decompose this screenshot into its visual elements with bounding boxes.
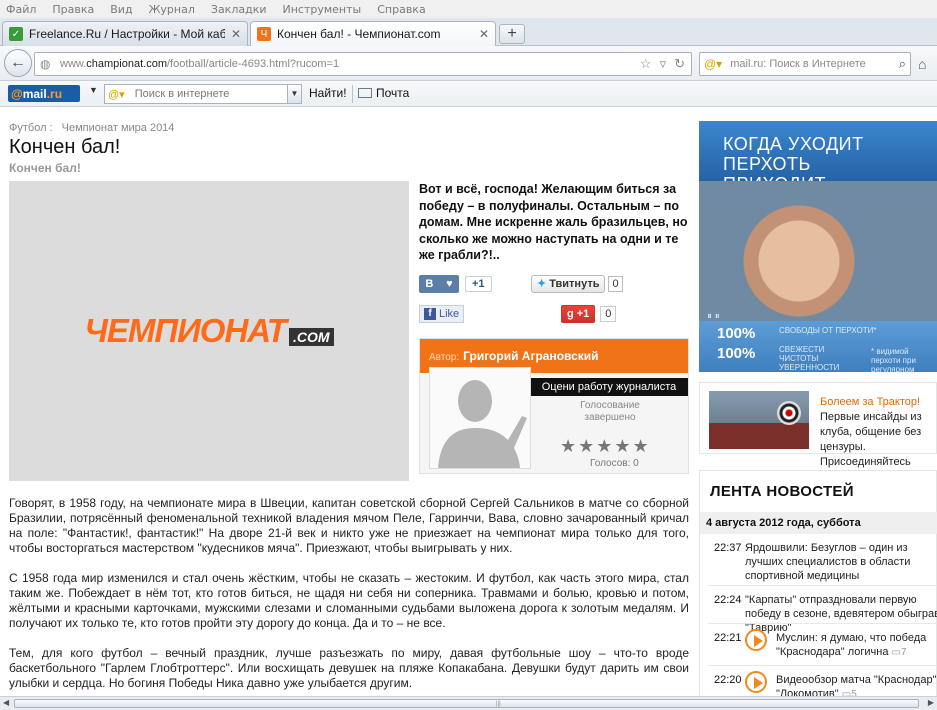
gplus-share[interactable]: g +1 0 — [561, 304, 617, 323]
author-photo — [429, 367, 531, 469]
menu-file[interactable]: Файл — [6, 3, 36, 16]
mailru-toolbar: @ mail .ru ▼ @▾ Поиск в интернете ▼ Найти!… — [0, 81, 937, 107]
tab-freelance[interactable]: ✓ Freelance.Ru / Настройки - Мой кабинет… — [2, 21, 248, 46]
gplus-button[interactable]: g +1 — [561, 304, 596, 323]
vk-like-button[interactable]: В ♥ — [419, 274, 459, 293]
tweet-count: 0 — [608, 275, 623, 292]
scroll-grip-icon: ||| — [496, 701, 501, 707]
breadcrumb: Футбол : Чемпионат мира 2014 — [9, 122, 180, 134]
promo-link[interactable]: Болеем за Трактор! — [820, 396, 920, 408]
web-page: Футбол : Чемпионат мира 2014 Кончен бал!… — [0, 108, 937, 696]
tab-strip: ✓ Freelance.Ru / Настройки - Мой кабинет… — [0, 18, 937, 46]
fb-like-button[interactable]: f Like — [419, 304, 465, 323]
vk-count: +1 — [465, 275, 492, 292]
news-feed-title: ЛЕНТА НОВОСТЕЙ — [710, 483, 854, 500]
menu-view[interactable]: Вид — [110, 3, 132, 16]
crumb-tag[interactable]: Чемпионат мира 2014 — [62, 122, 175, 134]
menu-history[interactable]: Журнал — [149, 3, 195, 16]
mail-button[interactable]: Почта — [358, 86, 409, 100]
comments-count: ▭5 — [841, 689, 857, 696]
menu-help[interactable]: Справка — [377, 3, 425, 16]
url-bar[interactable]: ◍ www.championat.com/football/article-46… — [34, 52, 692, 76]
promo-image — [709, 391, 809, 449]
comments-count: ▭7 — [891, 647, 907, 658]
scrollbar-thumb[interactable] — [14, 699, 919, 708]
author-box: Автор: Григорий Аграновский Оцени работу … — [419, 338, 689, 474]
championat-logo: ЧЕМПИОНАТ .COM — [84, 312, 334, 350]
votes-count: Голосов: 0 — [590, 458, 639, 469]
article-lead: Вот и всё, господа! Желающим биться за п… — [419, 182, 688, 262]
person-silhouette-icon — [430, 368, 530, 468]
facebook-icon: f — [424, 307, 436, 320]
back-button[interactable]: ← — [4, 49, 32, 77]
article-image: ЧЕМПИОНАТ .COM — [9, 181, 409, 481]
news-feed: ЛЕНТА НОВОСТЕЙ 4 августа 2012 года, субб… — [699, 470, 937, 696]
scroll-right-icon[interactable]: ▶ — [928, 698, 934, 707]
tab-close-icon[interactable]: ✕ — [231, 27, 241, 41]
article-paragraph: С 1958 года мир изменился и стал очень ж… — [9, 571, 689, 630]
tractor-promo[interactable]: Болеем за Трактор! Первые инсайды из клу… — [699, 382, 937, 468]
scroll-left-icon[interactable]: ◀ — [3, 698, 9, 707]
reload-icon[interactable]: ↻ — [674, 56, 685, 72]
gplus-count: 0 — [600, 305, 617, 322]
menu-edit[interactable]: Правка — [52, 3, 94, 16]
search-placeholder: mail.ru: Поиск в Интернете — [730, 58, 866, 70]
horizontal-scrollbar[interactable]: ◀ ||| ▶ — [0, 696, 937, 710]
toolbar-divider — [352, 85, 353, 103]
dropdown-arrow-icon[interactable]: ▿ — [660, 56, 667, 72]
facebook-like[interactable]: f Like — [419, 304, 465, 323]
ad-footer: 100% СВОБОДЫ ОТ ПЕРХОТИ* 100% СВЕЖЕСТИ Ч… — [699, 321, 937, 372]
twitter-share[interactable]: ✦ Твитнуть 0 — [531, 274, 623, 293]
menu-tools[interactable]: Инструменты — [283, 3, 362, 16]
globe-icon: ◍ — [40, 57, 51, 71]
video-play-icon[interactable] — [745, 671, 767, 693]
menu-bar: Файл Правка Вид Журнал Закладки Инструме… — [0, 0, 937, 18]
tab-title: Кончен бал! - Чемпионат.com — [277, 27, 441, 41]
article-title: Кончен бал! — [9, 136, 121, 158]
tweet-button[interactable]: ✦ Твитнуть — [531, 274, 606, 293]
tab-title: Freelance.Ru / Настройки - Мой кабинет — [29, 27, 225, 41]
dartboard-icon — [777, 401, 801, 425]
video-play-icon[interactable] — [745, 629, 767, 651]
bookmark-star-icon[interactable]: ☆ — [640, 56, 652, 72]
search-engine-icon[interactable]: @▾ — [704, 57, 722, 71]
vk-share[interactable]: В ♥ +1 — [419, 274, 492, 293]
tab-championat[interactable]: Ч Кончен бал! - Чемпионат.com ✕ — [250, 21, 496, 46]
navigation-bar: ← ◍ www.championat.com/football/article-… — [0, 46, 937, 81]
search-engine-icon: @▾ — [108, 88, 125, 101]
championat-favicon-icon: Ч — [257, 27, 271, 41]
article-subtitle: Кончен бал! — [9, 161, 81, 175]
toolbar-search-input[interactable]: @▾ Поиск в интернете ▼ — [104, 84, 302, 104]
article-paragraph: Говорят, в 1958 году, на чемпионате мира… — [9, 496, 689, 555]
find-button[interactable]: Найти! — [309, 86, 347, 100]
author-name[interactable]: Григорий Аграновский — [463, 349, 598, 363]
crumb-section[interactable]: Футбол : — [9, 122, 53, 134]
toolbar-menu-arrow-icon[interactable]: ▼ — [89, 85, 98, 95]
promo-text: Болеем за Трактор! Первые инсайды из клу… — [820, 396, 922, 468]
ad-photo — [699, 181, 937, 321]
rate-journalist-label: Оцени работу журналиста — [530, 378, 688, 396]
envelope-icon — [358, 88, 372, 98]
search-icon[interactable]: ⌕ — [899, 56, 906, 72]
twitter-bird-icon: ✦ — [537, 278, 547, 290]
ad-headline: КОГДА УХОДИТ ПЕРХОТЬ ПРИХОДИТ УВЕРЕННОСТ… — [699, 121, 937, 214]
url-text[interactable]: www.championat.com/football/article-4693… — [60, 58, 640, 70]
chevron-down-icon[interactable]: ▼ — [287, 85, 301, 103]
heart-icon: ♥ — [446, 277, 453, 290]
tab-close-icon[interactable]: ✕ — [479, 27, 489, 41]
article-paragraph: Тем, для кого футбол – вечный праздник, … — [9, 646, 689, 690]
mailru-logo[interactable]: @ mail .ru — [8, 85, 80, 102]
news-date: 4 августа 2012 года, суббота — [700, 512, 937, 534]
freelance-favicon-icon: ✓ — [9, 27, 23, 41]
gplus-icon: g — [567, 307, 574, 320]
shampoo-banner-ad[interactable]: КОГДА УХОДИТ ПЕРХОТЬ ПРИХОДИТ УВЕРЕННОСТ… — [699, 121, 937, 372]
new-tab-button[interactable]: + — [499, 24, 525, 44]
web-search-box[interactable]: @▾ mail.ru: Поиск в Интернете ⌕ — [699, 52, 911, 76]
menu-bookmarks[interactable]: Закладки — [211, 3, 267, 16]
vote-status: Голосование завершено — [580, 400, 640, 423]
home-icon[interactable]: ⌂ — [918, 56, 926, 72]
rating-stars-icon: ★★★★★ — [560, 436, 651, 456]
